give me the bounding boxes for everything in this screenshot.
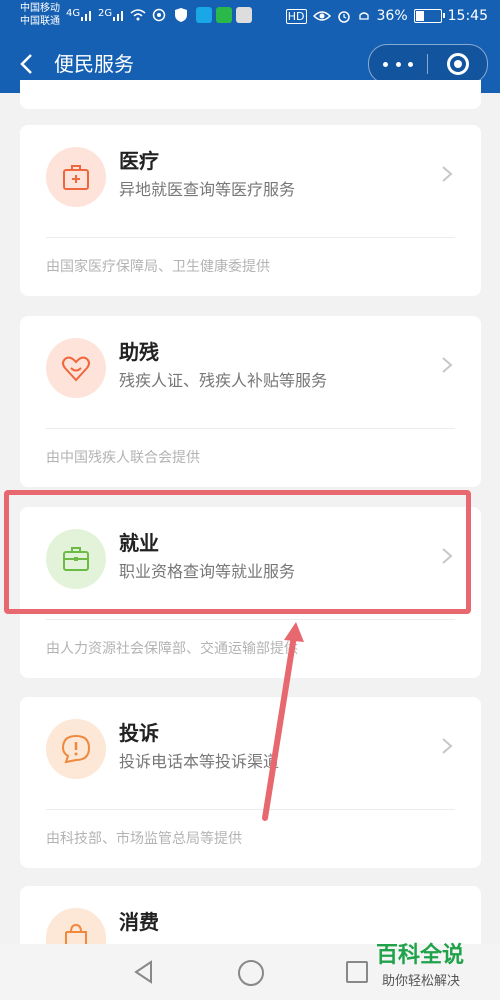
status-right: HD 36% 15:45 <box>285 8 488 24</box>
carrier-2: 中国联通 <box>20 16 60 27</box>
battery-percent: 36% <box>376 8 408 24</box>
battery-fill <box>415 11 424 21</box>
signal-4g: 4G <box>66 8 81 19</box>
app-icon-1 <box>196 7 212 23</box>
carrier-1: 中国移动 <box>20 3 60 14</box>
card-title: 消费 <box>119 910 159 934</box>
wifi-icon <box>130 9 146 21</box>
card-desc: 投诉电话本等投诉渠道 <box>119 752 280 771</box>
chevron-left-icon[interactable] <box>16 50 38 78</box>
hd-badge: HD <box>285 8 307 24</box>
card-divider <box>46 809 455 810</box>
card-title: 助残 <box>119 340 159 364</box>
card-divider <box>46 428 455 429</box>
mute-icon <box>358 12 369 20</box>
recent-apps-icon[interactable] <box>346 961 368 983</box>
home-circle-icon[interactable] <box>238 960 264 986</box>
mini-program-capsule <box>368 44 488 84</box>
eye-icon <box>312 11 331 21</box>
card-source: 由中国残疾人联合会提供 <box>46 450 200 466</box>
signal-icon-2 <box>113 11 123 21</box>
more-dots-icon[interactable] <box>383 59 413 69</box>
app-icon-2 <box>216 7 232 23</box>
service-card-complaint[interactable]: 投诉 投诉电话本等投诉渠道 由科技部、市场监管总局等提供 <box>20 697 481 868</box>
status-bar: 中国移动 中国联通 4G 2G HD 36% 15:45 <box>0 0 500 36</box>
target-circle-icon[interactable] <box>447 53 469 75</box>
chevron-right-icon <box>442 166 453 182</box>
card-source: 由国家医疗保障局、卫生健康委提供 <box>46 259 270 275</box>
page-title: 便民服务 <box>54 52 134 76</box>
service-card-consumption[interactable]: 消费 <box>20 886 481 944</box>
app-icon-3 <box>236 7 252 23</box>
card-divider <box>46 237 455 238</box>
capsule-divider <box>427 54 428 74</box>
heart-smile-icon <box>46 338 106 398</box>
watermark: 百科全说 助你轻松解决 <box>376 942 488 1000</box>
carrier-labels: 中国移动 中国联通 <box>20 2 60 28</box>
alarm-icon <box>337 11 350 23</box>
highlight-box <box>4 490 471 614</box>
chevron-right-icon <box>442 738 453 754</box>
watermark-subtitle: 助你轻松解决 <box>382 974 461 989</box>
card-source: 由科技部、市场监管总局等提供 <box>46 831 242 847</box>
watermark-title: 百科全说 <box>376 943 465 968</box>
card-title: 医疗 <box>119 149 159 173</box>
card-divider <box>46 619 455 620</box>
card-partial-top <box>20 80 481 109</box>
card-desc: 残疾人证、残疾人补贴等服务 <box>119 371 328 390</box>
battery-icon <box>413 9 445 23</box>
card-desc: 异地就医查询等医疗服务 <box>119 180 296 199</box>
sync-icon <box>152 8 166 22</box>
service-card-disability[interactable]: 助残 残疾人证、残疾人补贴等服务 由中国残疾人联合会提供 <box>20 316 481 487</box>
medical-kit-icon <box>46 147 106 207</box>
card-title: 投诉 <box>119 721 159 745</box>
card-source: 由人力资源社会保障部、交通运输部提供 <box>46 641 298 657</box>
shopping-bag-icon <box>46 908 106 944</box>
signal-2g: 2G <box>98 8 113 19</box>
status-time: 15:45 <box>447 8 488 24</box>
back-triangle-icon[interactable] <box>133 960 155 984</box>
chevron-right-icon <box>442 357 453 373</box>
signal-icon <box>81 11 91 21</box>
service-card-medical[interactable]: 医疗 异地就医查询等医疗服务 由国家医疗保障局、卫生健康委提供 <box>20 125 481 296</box>
shield-icon <box>175 8 187 22</box>
exclamation-bubble-icon <box>46 719 106 779</box>
